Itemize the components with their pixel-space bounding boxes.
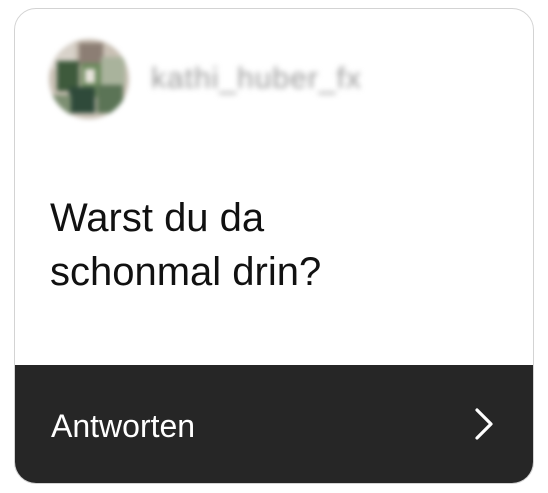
- username[interactable]: kathi_huber_fx: [151, 62, 362, 96]
- question-card: kathi_huber_fx Warst du da schonmal drin…: [14, 8, 534, 484]
- reply-label: Antworten: [51, 407, 196, 444]
- reply-button[interactable]: Antworten: [15, 365, 533, 483]
- chevron-right-icon: [475, 408, 493, 440]
- avatar[interactable]: [49, 39, 129, 119]
- profile-photo-icon: [49, 39, 129, 119]
- sender-header: kathi_huber_fx: [49, 39, 362, 119]
- question-text: Warst du da schonmal drin?: [50, 196, 322, 294]
